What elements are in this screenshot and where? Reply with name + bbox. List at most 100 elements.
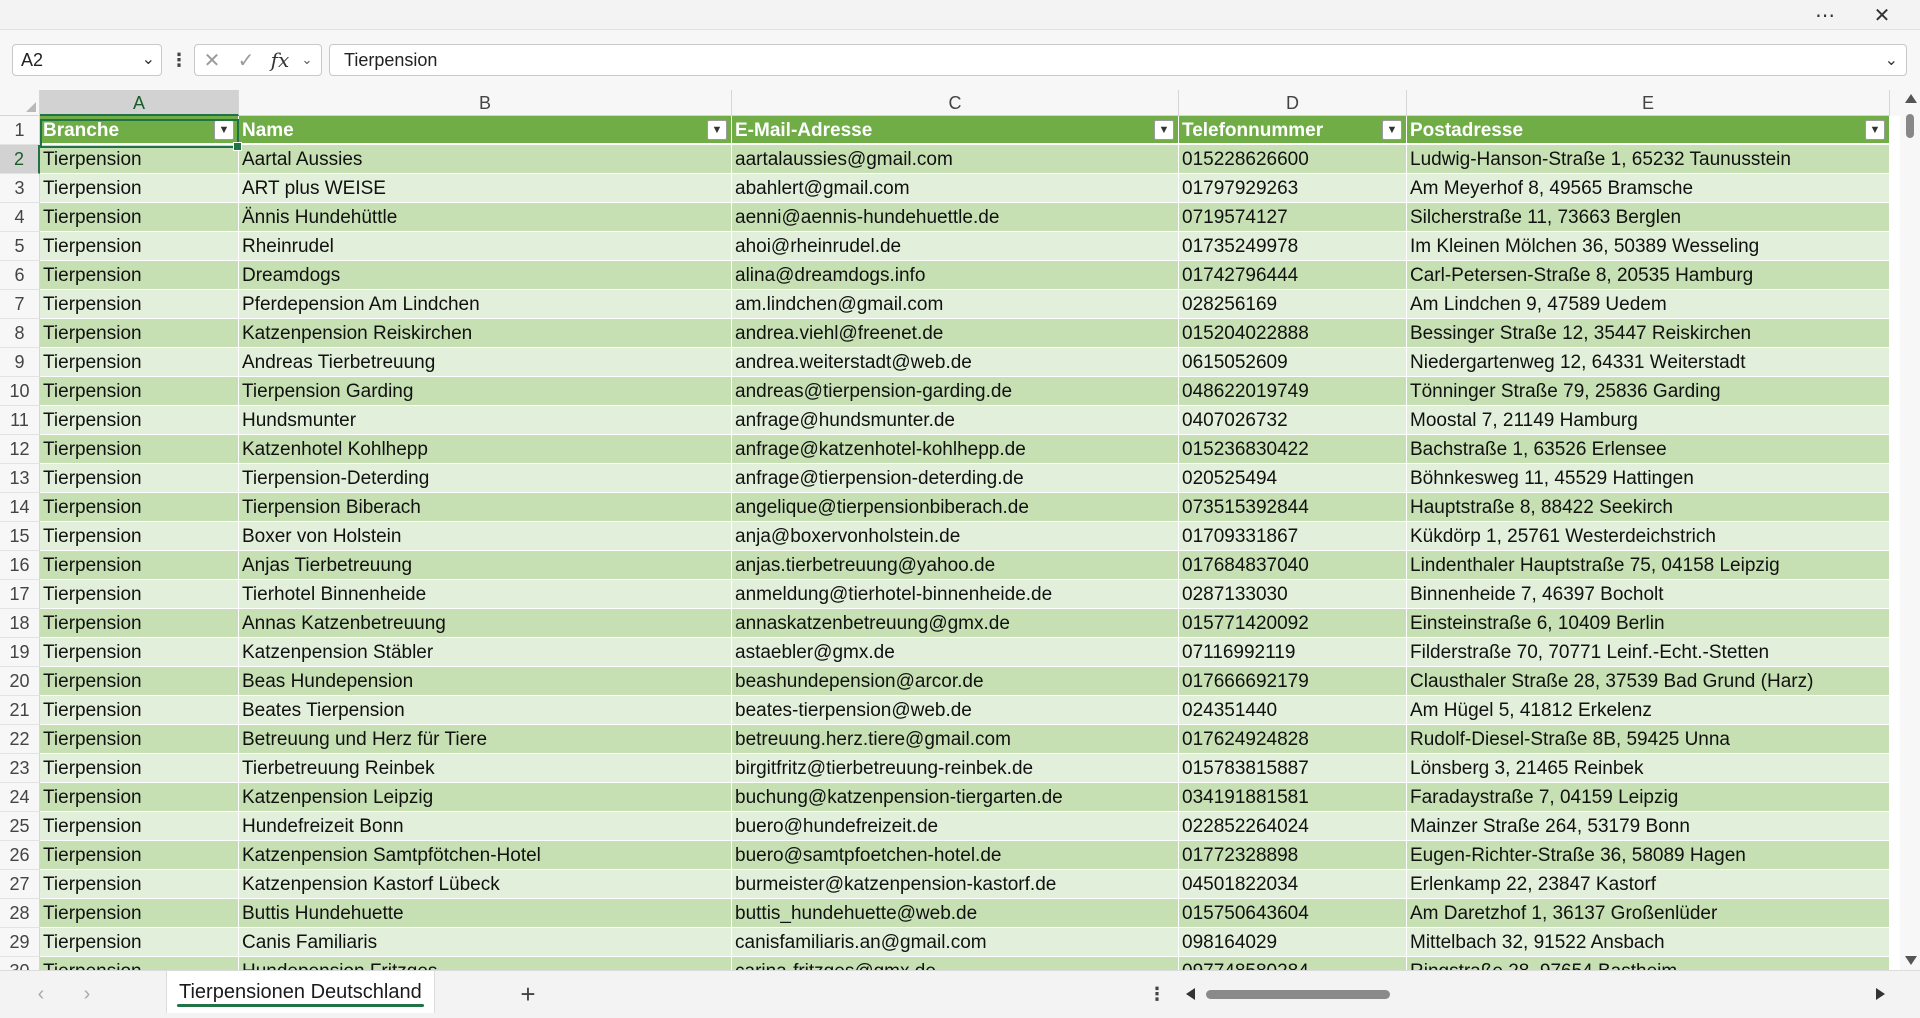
- close-icon[interactable]: ✕: [1862, 0, 1902, 30]
- cell-branche[interactable]: Tierpension: [40, 551, 239, 580]
- cell-branche[interactable]: Tierpension: [40, 493, 239, 522]
- row-header[interactable]: 10: [0, 377, 40, 406]
- cell-phone[interactable]: 07116992119: [1179, 638, 1407, 667]
- cell-branche[interactable]: Tierpension: [40, 261, 239, 290]
- cell-phone[interactable]: 017666692179: [1179, 667, 1407, 696]
- cell-name[interactable]: Betreuung und Herz für Tiere: [239, 725, 732, 754]
- row-header[interactable]: 12: [0, 435, 40, 464]
- cell-email[interactable]: annaskatzenbetreuung@gmx.de: [732, 609, 1179, 638]
- cell-address[interactable]: Bachstraße 1, 63526 Erlensee: [1407, 435, 1890, 464]
- add-sheet-button[interactable]: +: [512, 979, 544, 1009]
- cell-address[interactable]: Lönsberg 3, 21465 Reinbek: [1407, 754, 1890, 783]
- cell-branche[interactable]: Tierpension: [40, 232, 239, 261]
- cell-name[interactable]: Tierpension-Deterding: [239, 464, 732, 493]
- cell-email[interactable]: aenni@aennis-hundehuettle.de: [732, 203, 1179, 232]
- cell-name[interactable]: Katzenpension Samtpfötchen-Hotel: [239, 841, 732, 870]
- row-header[interactable]: 11: [0, 406, 40, 435]
- cell-phone[interactable]: 0615052609: [1179, 348, 1407, 377]
- cell-email[interactable]: astaebler@gmx.de: [732, 638, 1179, 667]
- cell-branche[interactable]: Tierpension: [40, 464, 239, 493]
- row-header[interactable]: 20: [0, 667, 40, 696]
- cell-branche[interactable]: Tierpension: [40, 870, 239, 899]
- cell-address[interactable]: Am Hügel 5, 41812 Erkelenz: [1407, 696, 1890, 725]
- cell-email[interactable]: burmeister@katzenpension-kastorf.de: [732, 870, 1179, 899]
- cell-branche[interactable]: Tierpension: [40, 435, 239, 464]
- insert-function-icon[interactable]: fx: [263, 45, 297, 75]
- row-header[interactable]: 29: [0, 928, 40, 957]
- cell-email[interactable]: andrea.weiterstadt@web.de: [732, 348, 1179, 377]
- row-header[interactable]: 18: [0, 609, 40, 638]
- cell-address[interactable]: Carl-Petersen-Straße 8, 20535 Hamburg: [1407, 261, 1890, 290]
- cell-branche[interactable]: Tierpension: [40, 174, 239, 203]
- row-header[interactable]: 6: [0, 261, 40, 290]
- row-header[interactable]: 21: [0, 696, 40, 725]
- vertical-scrollbar[interactable]: [1900, 90, 1920, 970]
- header-cell-name[interactable]: Name ▼: [239, 116, 732, 145]
- row-header[interactable]: 14: [0, 493, 40, 522]
- cell-phone[interactable]: 015771420092: [1179, 609, 1407, 638]
- cell-phone[interactable]: 098164029: [1179, 928, 1407, 957]
- cell-address[interactable]: Kükdörp 1, 25761 Westerdeichstrich: [1407, 522, 1890, 551]
- cell-email[interactable]: beashundepension@arcor.de: [732, 667, 1179, 696]
- formula-bar-menu-icon[interactable]: ⋮: [170, 48, 188, 72]
- column-header-c[interactable]: C: [732, 90, 1179, 116]
- cell-email[interactable]: buttis_hundehuette@web.de: [732, 899, 1179, 928]
- horizontal-scrollbar[interactable]: [1180, 981, 1885, 1007]
- row-header[interactable]: 22: [0, 725, 40, 754]
- row-header[interactable]: 26: [0, 841, 40, 870]
- cell-name[interactable]: Hundefreizeit Bonn: [239, 812, 732, 841]
- scroll-left-icon[interactable]: [1186, 988, 1195, 1000]
- cell-email[interactable]: aartalaussies@gmail.com: [732, 145, 1179, 174]
- cell-address[interactable]: Moostal 7, 21149 Hamburg: [1407, 406, 1890, 435]
- row-header[interactable]: 23: [0, 754, 40, 783]
- cell-name[interactable]: Katzenhotel Kohlhepp: [239, 435, 732, 464]
- cell-phone[interactable]: 015228626600: [1179, 145, 1407, 174]
- cell-branche[interactable]: Tierpension: [40, 812, 239, 841]
- cell-phone[interactable]: 01735249978: [1179, 232, 1407, 261]
- cell-email[interactable]: anfrage@tierpension-deterding.de: [732, 464, 1179, 493]
- cell-phone[interactable]: 073515392844: [1179, 493, 1407, 522]
- cell-name[interactable]: Tierhotel Binnenheide: [239, 580, 732, 609]
- cell-address[interactable]: Binnenheide 7, 46397 Bocholt: [1407, 580, 1890, 609]
- cell-phone[interactable]: 0407026732: [1179, 406, 1407, 435]
- cancel-icon[interactable]: ✕: [195, 45, 229, 75]
- select-all-button[interactable]: [0, 90, 40, 116]
- cell-branche[interactable]: Tierpension: [40, 696, 239, 725]
- scroll-right-icon[interactable]: [1876, 988, 1885, 1000]
- cell-address[interactable]: Eugen-Richter-Straße 36, 58089 Hagen: [1407, 841, 1890, 870]
- row-header[interactable]: 5: [0, 232, 40, 261]
- cell-address[interactable]: Ringstraße 28, 97654 Bastheim: [1407, 957, 1890, 970]
- row-header[interactable]: 30: [0, 957, 40, 970]
- row-header[interactable]: 2: [0, 145, 40, 174]
- vertical-scroll-thumb[interactable]: [1906, 114, 1914, 138]
- cell-phone[interactable]: 097748580284: [1179, 957, 1407, 970]
- cell-phone[interactable]: 01742796444: [1179, 261, 1407, 290]
- cell-branche[interactable]: Tierpension: [40, 783, 239, 812]
- cell-address[interactable]: Faradaystraße 7, 04159 Leipzig: [1407, 783, 1890, 812]
- cell-branche[interactable]: Tierpension: [40, 348, 239, 377]
- cell-branche[interactable]: Tierpension: [40, 754, 239, 783]
- header-cell-phone[interactable]: Telefonnummer ▼: [1179, 116, 1407, 145]
- cell-address[interactable]: Tönninger Straße 79, 25836 Garding: [1407, 377, 1890, 406]
- cell-branche[interactable]: Tierpension: [40, 203, 239, 232]
- cell-address[interactable]: Im Kleinen Mölchen 36, 50389 Wesseling: [1407, 232, 1890, 261]
- cell-branche[interactable]: Tierpension: [40, 957, 239, 970]
- cell-branche[interactable]: Tierpension: [40, 290, 239, 319]
- cell-phone[interactable]: 020525494: [1179, 464, 1407, 493]
- cell-name[interactable]: Pferdepension Am Lindchen: [239, 290, 732, 319]
- row-header[interactable]: 9: [0, 348, 40, 377]
- more-options-icon[interactable]: ⋯: [1805, 0, 1845, 30]
- cell-address[interactable]: Einsteinstraße 6, 10409 Berlin: [1407, 609, 1890, 638]
- cell-name[interactable]: Canis Familiaris: [239, 928, 732, 957]
- cell-branche[interactable]: Tierpension: [40, 899, 239, 928]
- header-cell-email[interactable]: E-Mail-Adresse ▼: [732, 116, 1179, 145]
- cell-name[interactable]: Beas Hundepension: [239, 667, 732, 696]
- sheet-tab-active[interactable]: Tierpensionen Deutschland: [166, 971, 435, 1013]
- cell-name[interactable]: Anjas Tierbetreuung: [239, 551, 732, 580]
- cell-phone[interactable]: 015204022888: [1179, 319, 1407, 348]
- cell-name[interactable]: Tierpension Biberach: [239, 493, 732, 522]
- row-header[interactable]: 27: [0, 870, 40, 899]
- row-header[interactable]: 4: [0, 203, 40, 232]
- spreadsheet-grid[interactable]: A B C D E 1 Branche ▼ Name ▼ E-Mail-Adre…: [0, 90, 1900, 970]
- row-header[interactable]: 28: [0, 899, 40, 928]
